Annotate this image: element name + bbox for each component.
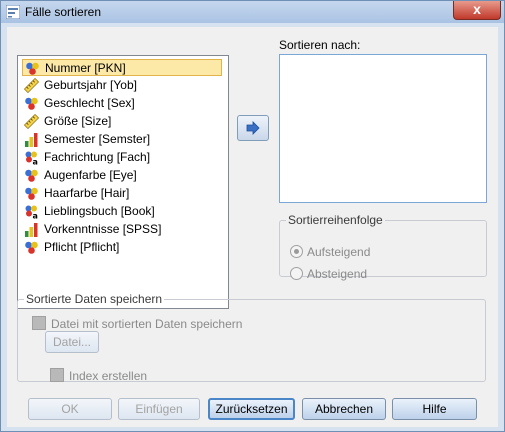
- variable-item[interactable]: Geschlecht [Sex]: [22, 95, 222, 112]
- ascending-radio[interactable]: Aufsteigend: [290, 245, 370, 259]
- create-index-checkbox[interactable]: Index erstellen: [50, 368, 147, 383]
- paste-button[interactable]: Einfügen: [118, 398, 200, 420]
- save-sorted-file-checkbox[interactable]: Datei mit sortierten Daten speichern: [32, 316, 242, 331]
- variable-item[interactable]: a Fachrichtung [Fach]: [22, 149, 222, 167]
- variable-item[interactable]: Geburtsjahr [Yob]: [22, 77, 222, 94]
- checkbox-box: [32, 316, 46, 330]
- nominal-icon: [25, 61, 40, 76]
- variable-label: Semester [Semster]: [44, 132, 151, 146]
- radio-indicator: [290, 267, 303, 280]
- variable-item[interactable]: Augenfarbe [Eye]: [22, 167, 222, 184]
- nominal-icon: [24, 186, 39, 201]
- variable-label: Lieblingsbuch [Book]: [44, 204, 155, 218]
- scale-icon: [23, 113, 40, 130]
- variable-item[interactable]: Pflicht [Pflicht]: [22, 239, 222, 256]
- variable-list[interactable]: Nummer [PKN] Geburtsjahr [Yob] Geschlecht …: [17, 55, 229, 309]
- ok-button[interactable]: OK: [28, 398, 112, 420]
- variable-label: Pflicht [Pflicht]: [44, 240, 120, 254]
- ordinal-icon: [24, 222, 39, 237]
- nominal-string-icon: a: [24, 204, 39, 221]
- reset-button[interactable]: Zurücksetzen: [208, 398, 295, 420]
- ordinal-icon: [24, 132, 39, 147]
- variable-label: Augenfarbe [Eye]: [44, 168, 137, 182]
- help-button[interactable]: Hilfe: [392, 398, 477, 420]
- file-button[interactable]: Datei...: [45, 331, 99, 353]
- dialog-content: Nummer [PKN] Geburtsjahr [Yob] Geschlecht …: [7, 27, 498, 427]
- variable-label: Fachrichtung [Fach]: [44, 150, 151, 164]
- close-button[interactable]: x: [453, 1, 501, 20]
- variable-item[interactable]: a Lieblingsbuch [Book]: [22, 203, 222, 221]
- window-title: Fälle sortieren: [25, 5, 102, 19]
- descending-label: Absteigend: [307, 267, 368, 281]
- variable-item[interactable]: Haarfarbe [Hair]: [22, 185, 222, 202]
- radio-indicator: [290, 245, 303, 258]
- save-sorted-file-label: Datei mit sortierten Daten speichern: [51, 317, 243, 331]
- cancel-button[interactable]: Abbrechen: [302, 398, 386, 420]
- variable-item[interactable]: Vorkenntnisse [SPSS]: [22, 221, 222, 238]
- variable-label: Vorkenntnisse [SPSS]: [44, 222, 162, 236]
- arrow-right-icon: [246, 121, 260, 135]
- variable-label: Haarfarbe [Hair]: [44, 186, 130, 200]
- variable-label: Geburtsjahr [Yob]: [44, 78, 137, 92]
- descending-radio[interactable]: Absteigend: [290, 267, 367, 281]
- sort-order-legend: Sortierreihenfolge: [288, 213, 383, 227]
- nominal-string-icon: a: [24, 150, 39, 167]
- variable-item[interactable]: Semester [Semster]: [22, 131, 222, 148]
- nominal-icon: [24, 240, 39, 255]
- nominal-icon: [24, 168, 39, 183]
- sort-order-group: Sortierreihenfolge Aufsteigend Absteigen…: [279, 213, 487, 281]
- sort-by-list[interactable]: [279, 54, 487, 203]
- ascending-label: Aufsteigend: [307, 245, 371, 259]
- sort-by-label: Sortieren nach:: [279, 38, 361, 52]
- move-to-sort-button[interactable]: [237, 115, 269, 141]
- variable-label: Nummer [PKN]: [45, 61, 126, 75]
- scale-icon: [23, 77, 40, 94]
- svg-text:a: a: [33, 158, 38, 166]
- checkbox-box: [50, 368, 64, 382]
- variable-item[interactable]: Nummer [PKN]: [22, 59, 222, 76]
- create-index-label: Index erstellen: [69, 369, 148, 383]
- variable-label: Größe [Size]: [44, 114, 112, 128]
- dialog-window: Fälle sortieren x Nummer [PKN] Geburtsjah…: [0, 0, 505, 432]
- sort-cases-icon: [6, 5, 20, 19]
- svg-text:a: a: [33, 212, 38, 220]
- variable-label: Geschlecht [Sex]: [44, 96, 135, 110]
- variable-item[interactable]: Größe [Size]: [22, 113, 222, 130]
- nominal-icon: [24, 96, 39, 111]
- title-bar: Fälle sortieren x: [1, 1, 504, 23]
- save-sorted-data-legend: Sortierte Daten speichern: [26, 292, 163, 306]
